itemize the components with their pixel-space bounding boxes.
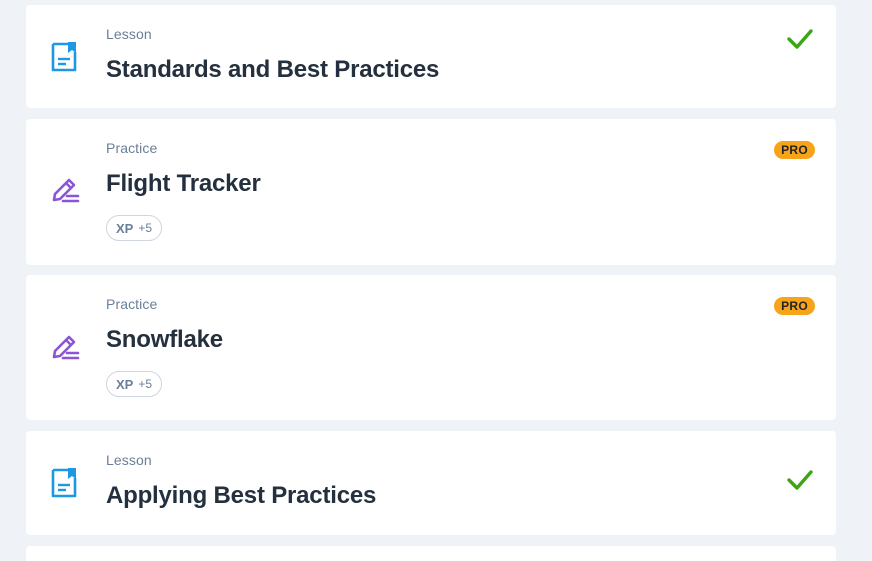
item-title: Flight Tracker: [106, 170, 261, 197]
practice-pencil-icon: [52, 178, 80, 203]
practice-pencil-icon: [52, 335, 80, 360]
xp-reward-pill: XP +5: [106, 371, 163, 397]
lesson-document-icon: [51, 468, 77, 498]
list-item-practice[interactable]: Practice Snowflake XP +5 PRO: [26, 275, 836, 420]
item-title: Applying Best Practices: [106, 482, 377, 509]
list-item[interactable]: [26, 546, 836, 561]
list-item-practice[interactable]: Practice Flight Tracker XP +5 PRO: [26, 119, 836, 265]
xp-reward-pill: XP +5: [106, 215, 163, 241]
item-title: Snowflake: [106, 326, 223, 353]
list-item-lesson[interactable]: Lesson Applying Best Practices: [26, 431, 836, 535]
course-item-list: Lesson Standards and Best Practices Prac…: [0, 0, 872, 561]
list-item-lesson[interactable]: Lesson Standards and Best Practices: [26, 5, 836, 108]
item-title: Standards and Best Practices: [106, 56, 440, 83]
item-type-label: Practice: [106, 140, 158, 156]
checkmark-icon: [787, 470, 813, 490]
item-type-label: Practice: [106, 296, 158, 312]
pro-badge: PRO: [774, 141, 815, 159]
checkmark-icon: [787, 29, 813, 49]
xp-label: XP: [116, 220, 134, 236]
item-type-label: Lesson: [106, 452, 152, 468]
xp-value: +5: [138, 377, 153, 391]
lesson-document-icon: [51, 42, 77, 72]
pro-badge: PRO: [774, 297, 815, 315]
xp-label: XP: [116, 376, 134, 392]
xp-value: +5: [138, 221, 153, 235]
item-type-label: Lesson: [106, 26, 152, 42]
